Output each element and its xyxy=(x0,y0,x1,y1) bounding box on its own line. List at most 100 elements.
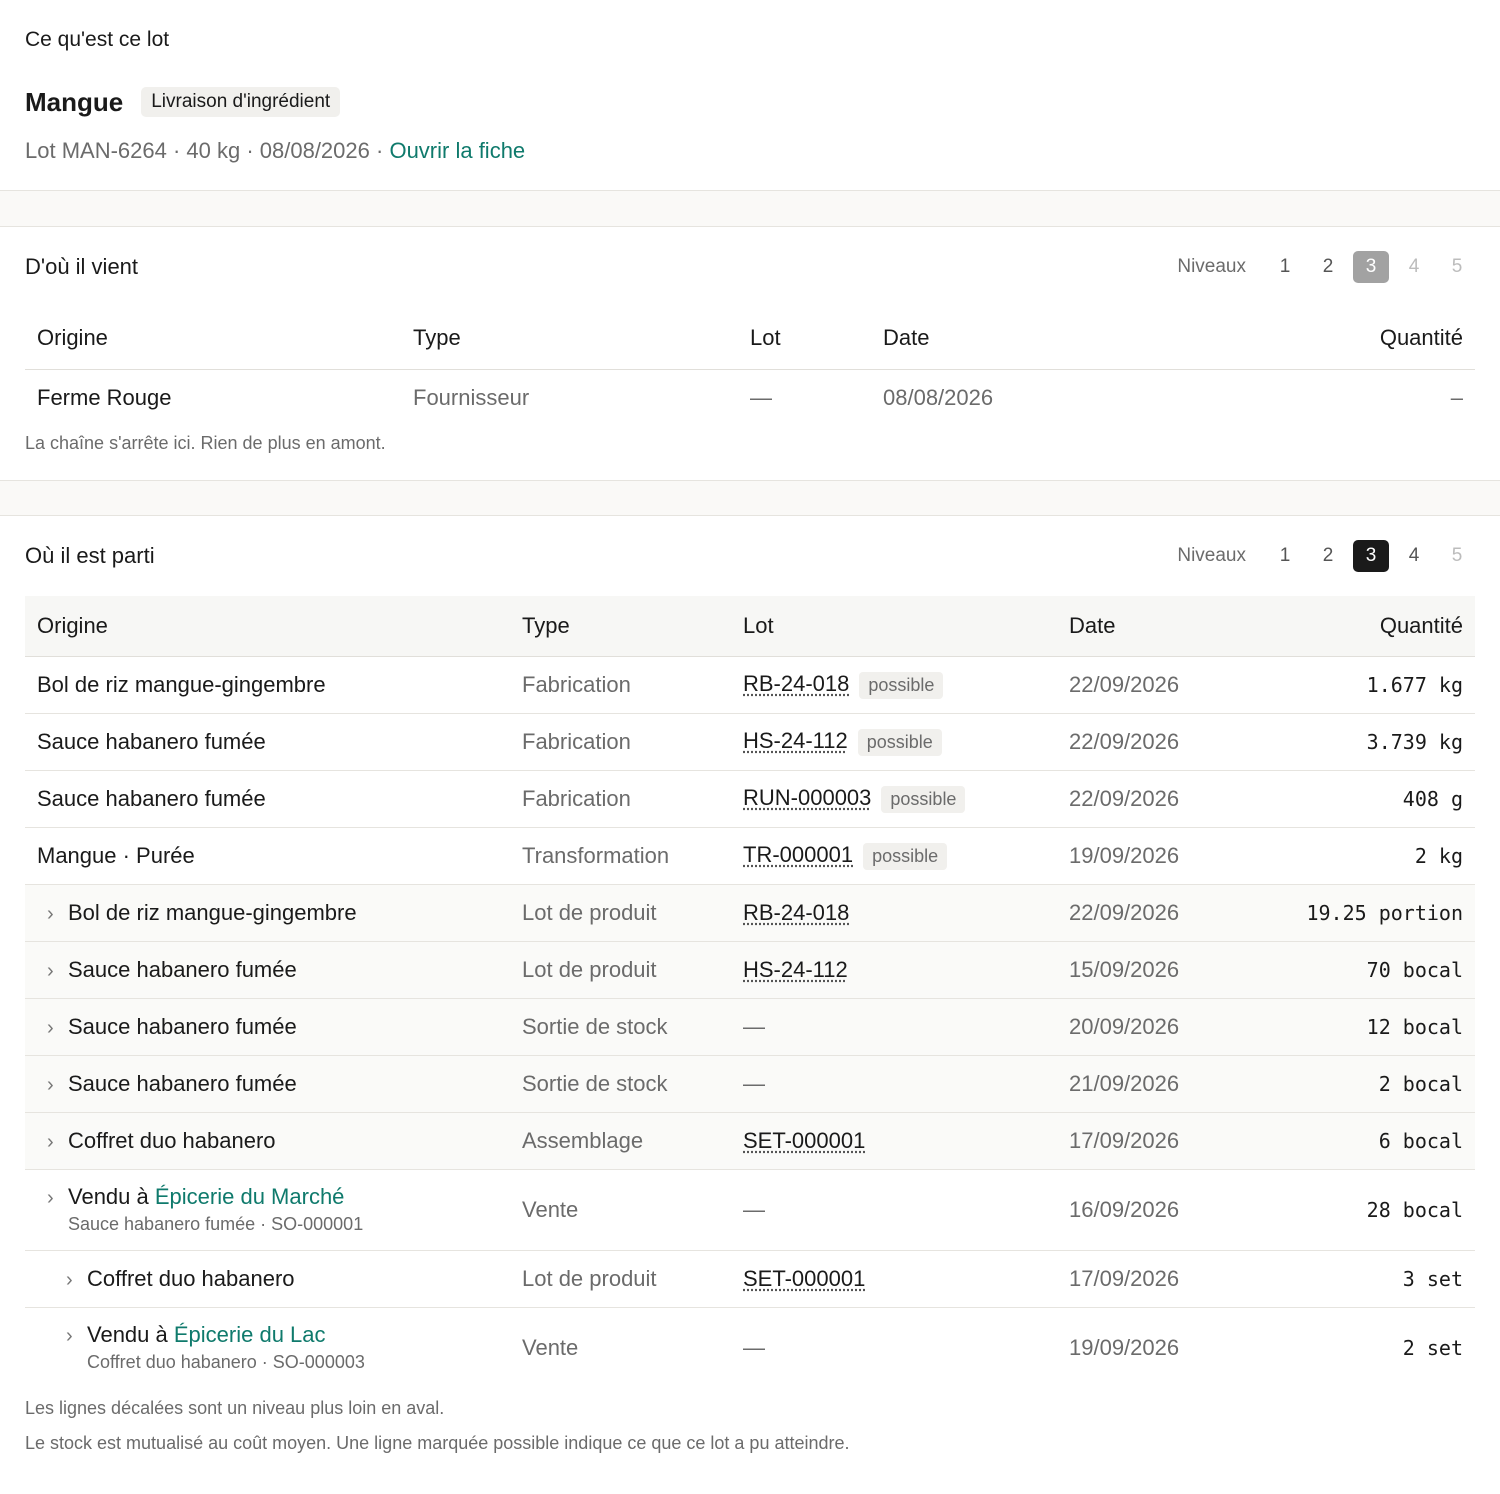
date-cell: 15/09/2026 xyxy=(1057,941,1236,999)
possible-badge: possible xyxy=(859,671,944,699)
lot-type-badge: Livraison d'ingrédient xyxy=(141,87,341,117)
level-1-button[interactable]: 1 xyxy=(1267,251,1303,283)
level-4-button: 4 xyxy=(1408,256,1420,277)
upstream-section: D'où il vient Niveaux 1 2 3 4 5 Origine … xyxy=(0,227,1500,480)
lot-cell: TR-000001 possible xyxy=(731,827,1057,885)
level-3-button[interactable]: 3 xyxy=(1353,540,1389,572)
qty-cell: 408 g xyxy=(1235,770,1475,828)
lot-link[interactable]: TR-000001 xyxy=(743,842,853,867)
chevron-right-icon[interactable]: › xyxy=(47,1131,68,1154)
date-cell: 20/09/2026 xyxy=(1057,998,1236,1056)
col-date: Date xyxy=(871,307,1207,370)
chevron-right-icon[interactable]: › xyxy=(66,1325,87,1348)
lot-cell: SET-000001 xyxy=(731,1112,1057,1170)
table-row: Mangue · Purée Transformation TR-000001 p… xyxy=(25,827,1475,885)
upstream-table: Origine Type Lot Date Quantité Ferme Rou… xyxy=(25,307,1475,427)
table-row[interactable]: › Vendu à Épicerie du Lac Coffret duo hab… xyxy=(25,1307,1475,1388)
qty-cell: 2 set xyxy=(1402,1335,1463,1360)
table-row: Ferme Rouge Fournisseur — 08/08/2026 – xyxy=(25,369,1475,427)
col-lot: Lot xyxy=(731,596,1057,657)
type-cell: Vente xyxy=(522,1334,579,1360)
lot-link[interactable]: RB-24-018 xyxy=(743,900,849,925)
col-origine: Origine xyxy=(25,596,510,657)
chevron-right-icon[interactable]: › xyxy=(47,1187,68,1210)
section-title: Où il est parti xyxy=(25,543,155,568)
level-2-button[interactable]: 2 xyxy=(1310,540,1346,572)
open-record-link[interactable]: Ouvrir la fiche xyxy=(389,138,525,163)
chevron-right-icon[interactable]: › xyxy=(47,960,68,983)
origin-label: Bol de riz mangue-gingembre xyxy=(68,899,357,925)
qty-cell: 70 bocal xyxy=(1235,941,1475,999)
lot-link[interactable]: HS-24-112 xyxy=(743,728,848,753)
origin-label: Sauce habanero fumée xyxy=(68,1013,297,1039)
lot-link[interactable]: SET-000001 xyxy=(743,1128,865,1153)
type-cell: Fournisseur xyxy=(413,385,530,411)
chevron-right-icon[interactable]: › xyxy=(66,1269,87,1292)
level-4-button[interactable]: 4 xyxy=(1396,540,1432,572)
table-row[interactable]: › Coffret duo habanero Assemblage SET-000… xyxy=(25,1112,1475,1170)
lot-cell: SET-000001 xyxy=(731,1250,1057,1308)
lot-link[interactable]: RUN-000003 xyxy=(743,785,871,810)
qty-cell: 28 bocal xyxy=(1235,1169,1475,1251)
level-3-button[interactable]: 3 xyxy=(1353,251,1389,283)
type-cell: Assemblage xyxy=(510,1112,731,1170)
table-row[interactable]: › Sauce habanero fumée Sortie de stock — … xyxy=(25,1055,1475,1113)
lot-link[interactable]: RB-24-018 xyxy=(743,671,849,696)
lot-summary: Ce qu'est ce lot Mangue Livraison d'ingr… xyxy=(0,0,1500,191)
lot-meta-text: Lot MAN-6264 · 40 kg · 08/08/2026 · xyxy=(25,138,384,163)
lot-link[interactable]: HS-24-112 xyxy=(743,957,848,982)
lot-cell: HS-24-112 xyxy=(731,941,1057,999)
origin-label: Coffret duo habanero xyxy=(68,1127,276,1153)
downstream-section: Où il est parti Niveaux 1 2 3 4 5 Origin… xyxy=(0,516,1500,1454)
origin-cell: › Sauce habanero fumée xyxy=(25,941,510,999)
origin-cell: Mangue · Purée xyxy=(25,827,510,885)
table-row[interactable]: › Bol de riz mangue-gingembre Lot de prod… xyxy=(25,884,1475,942)
downstream-note-stock: Le stock est mutualisé au coût moyen. Un… xyxy=(25,1433,850,1453)
type-cell: Fabrication xyxy=(510,656,731,714)
section-divider xyxy=(0,191,1500,227)
date-cell: 22/09/2026 xyxy=(1057,656,1236,714)
lot-cell: HS-24-112 possible xyxy=(731,713,1057,771)
table-row[interactable]: › Coffret duo habanero Lot de produit SET… xyxy=(25,1250,1475,1308)
section-label: Ce qu'est ce lot xyxy=(25,28,170,51)
levels-label: Niveaux xyxy=(1177,256,1246,277)
lot-cell: — xyxy=(731,1169,1057,1251)
chevron-right-icon[interactable]: › xyxy=(47,903,68,926)
col-lot: Lot xyxy=(738,307,871,370)
date-cell: 21/09/2026 xyxy=(1057,1055,1236,1113)
sold-to-prefix: Vendu à xyxy=(68,1184,149,1209)
date-cell: 19/09/2026 xyxy=(1057,827,1236,885)
table-row[interactable]: › Vendu à Épicerie du Marché Sauce habane… xyxy=(25,1169,1475,1251)
lot-cell: — xyxy=(750,385,772,411)
origin-cell: › Vendu à Épicerie du Marché Sauce habane… xyxy=(25,1169,510,1251)
table-row: Sauce habanero fumée Fabrication RUN-000… xyxy=(25,770,1475,828)
level-selector: Niveaux 1 2 3 4 5 xyxy=(1177,540,1475,572)
level-2-button[interactable]: 2 xyxy=(1310,251,1346,283)
table-row: Sauce habanero fumée Fabrication HS-24-1… xyxy=(25,713,1475,771)
date-cell: 17/09/2026 xyxy=(1057,1112,1236,1170)
product-name: Mangue xyxy=(25,86,124,117)
customer-link[interactable]: Épicerie du Lac xyxy=(174,1322,326,1347)
col-date: Date xyxy=(1057,596,1236,657)
origin-cell: › Coffret duo habanero xyxy=(25,1112,510,1170)
chevron-right-icon[interactable]: › xyxy=(47,1074,68,1097)
origin-label: Coffret duo habanero xyxy=(87,1265,295,1291)
customer-link[interactable]: Épicerie du Marché xyxy=(155,1184,345,1209)
date-cell: 19/09/2026 xyxy=(1069,1334,1180,1360)
col-quantite: Quantité xyxy=(1235,596,1475,657)
col-origine: Origine xyxy=(25,307,401,370)
table-row[interactable]: › Sauce habanero fumée Sortie de stock — … xyxy=(25,998,1475,1056)
type-cell: Lot de produit xyxy=(510,1250,731,1308)
downstream-note-indent: Les lignes décalées sont un niveau plus … xyxy=(25,1398,445,1418)
lot-cell: — xyxy=(731,1055,1057,1113)
lot-cell: RB-24-018 xyxy=(731,884,1057,942)
sold-to-prefix: Vendu à xyxy=(87,1322,168,1348)
qty-cell: 2 bocal xyxy=(1235,1055,1475,1113)
lot-link[interactable]: SET-000001 xyxy=(743,1266,865,1291)
level-5-button: 5 xyxy=(1451,256,1463,277)
lot-meta: Lot MAN-6264 · 40 kg · 08/08/2026 · Ouvr… xyxy=(25,138,1475,164)
chevron-right-icon[interactable]: › xyxy=(47,1017,68,1040)
level-1-button[interactable]: 1 xyxy=(1267,540,1303,572)
table-row[interactable]: › Sauce habanero fumée Lot de produit HS-… xyxy=(25,941,1475,999)
qty-cell: 12 bocal xyxy=(1235,998,1475,1056)
